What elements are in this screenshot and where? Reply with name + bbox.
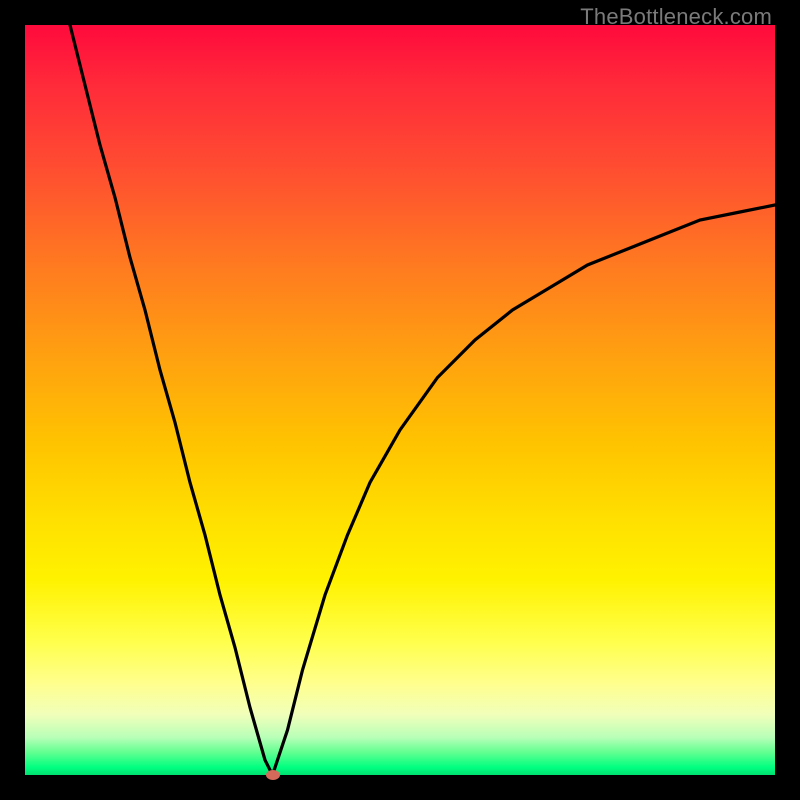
chart-container: TheBottleneck.com xyxy=(0,0,800,800)
minimum-marker xyxy=(266,770,280,780)
curve-right-branch xyxy=(273,205,776,775)
curve-svg xyxy=(25,25,775,775)
curve-left-branch xyxy=(70,25,273,775)
plot-area xyxy=(25,25,775,775)
